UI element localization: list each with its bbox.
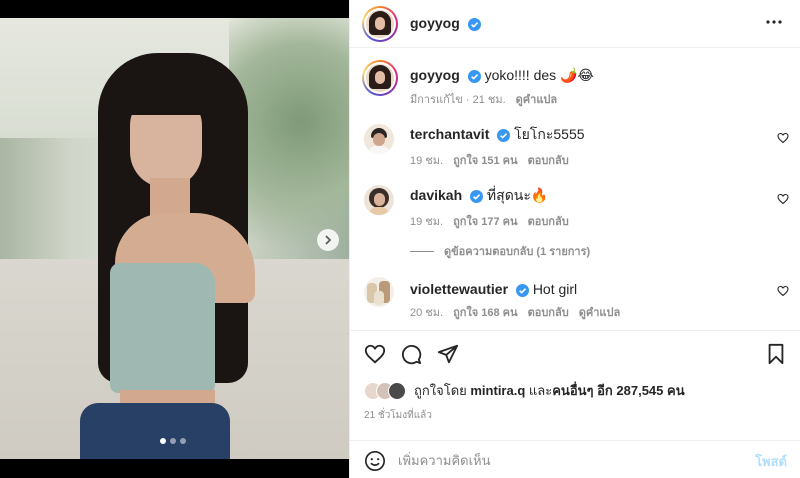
comment-text: Hot girl [532, 281, 578, 297]
view-replies-link[interactable]: ดูข้อความตอบกลับ (1 รายการ) [410, 242, 590, 260]
comment-item: davikah ที่สุดนะ🔥 19 ชม. ถูกใจ 177 คน ตอ… [350, 183, 800, 233]
post-actions [350, 330, 800, 378]
caption-translate-link[interactable]: ดูคำแปล [516, 90, 558, 108]
post-caption: goyyog yoko!!!! des 🌶️😂 มีการแก้ไข · 21 … [350, 58, 800, 108]
comment-avatar[interactable] [364, 185, 394, 215]
liker-avatars[interactable] [364, 381, 408, 401]
comment-reply-link[interactable]: ตอบกลับ [528, 151, 569, 169]
verified-icon [470, 189, 484, 203]
emoji-icon[interactable] [364, 450, 386, 472]
author-avatar[interactable] [362, 6, 398, 42]
heart-icon[interactable] [364, 343, 386, 365]
likes-summary: ถูกใจโดย mintira.q และ คนอื่นๆ อีก 287,5… [364, 380, 685, 401]
share-icon[interactable] [437, 343, 459, 365]
comment-avatar[interactable] [364, 277, 394, 307]
likes-middle: และ [528, 383, 553, 398]
comment-likes[interactable]: ถูกใจ 177 คน [453, 212, 517, 230]
post-media [0, 0, 349, 478]
post-comment-button[interactable]: โพสต์ [755, 451, 787, 472]
comment-reply-link[interactable]: ตอบกลับ [528, 303, 569, 321]
heart-icon[interactable] [777, 132, 789, 144]
likes-user[interactable]: mintira.q [470, 383, 525, 398]
carousel-dot [180, 438, 186, 444]
comment-username[interactable]: violettewautier [410, 281, 508, 297]
verified-icon [467, 69, 481, 83]
likes-prefix: ถูกใจโดย [414, 383, 467, 398]
heart-icon[interactable] [777, 285, 789, 297]
view-replies-label: ดูข้อความตอบกลับ (1 รายการ) [444, 246, 591, 258]
heart-icon[interactable] [777, 193, 789, 205]
comment-item: terchantavit โยโกะ5555 19 ชม. ถูกใจ 151 … [350, 122, 800, 172]
post-photo [0, 18, 349, 459]
comment-username[interactable]: terchantavit [410, 126, 489, 142]
comment-input[interactable] [398, 449, 728, 471]
bookmark-icon[interactable] [765, 343, 787, 365]
comment-item: violettewautier Hot girl 20 ชม. ถูกใจ 16… [350, 277, 800, 327]
comment-time: 19 ชม. [410, 155, 444, 167]
post-header: goyyog [350, 0, 800, 48]
verified-icon [515, 283, 529, 297]
comment-avatar[interactable] [364, 124, 394, 154]
comment-translate-link[interactable]: ดูคำแปล [579, 303, 621, 321]
author-username[interactable]: goyyog [410, 15, 460, 31]
comment-likes[interactable]: ถูกใจ 151 คน [453, 151, 517, 169]
caption-avatar[interactable] [362, 60, 398, 96]
posted-time: 21 ชั่วโมงที่แล้ว [364, 410, 432, 421]
carousel-dot [170, 438, 176, 444]
next-arrow-icon[interactable] [317, 229, 339, 251]
likes-others[interactable]: คนอื่นๆ อีก 287,545 คน [552, 380, 684, 401]
verified-icon [497, 128, 511, 142]
carousel-dots [160, 438, 186, 444]
caption-text: yoko!!!! des 🌶️😂 [484, 67, 594, 83]
post-panel: goyyog goyyog yoko!!!! des 🌶️😂 มีการแก้ไ… [349, 0, 800, 478]
comment-text: โยโกะ5555 [514, 126, 585, 142]
comment-text: ที่สุดนะ🔥 [486, 187, 549, 203]
carousel-dot [160, 438, 166, 444]
comment-icon[interactable] [400, 343, 422, 365]
comment-likes[interactable]: ถูกใจ 168 คน [453, 303, 517, 321]
verified-icon [467, 17, 481, 31]
comment-time: 20 ชม. [410, 307, 444, 319]
comment-time: 19 ชม. [410, 216, 444, 228]
more-icon[interactable] [765, 13, 783, 31]
caption-username[interactable]: goyyog [410, 67, 460, 83]
instagram-post-modal: goyyog goyyog yoko!!!! des 🌶️😂 มีการแก้ไ… [0, 0, 800, 478]
comment-reply-link[interactable]: ตอบกลับ [528, 212, 569, 230]
add-comment-bar: โพสต์ [350, 440, 800, 478]
comment-username[interactable]: davikah [410, 187, 462, 203]
caption-edited: มีการแก้ไข · 21 ชม. [410, 94, 506, 106]
